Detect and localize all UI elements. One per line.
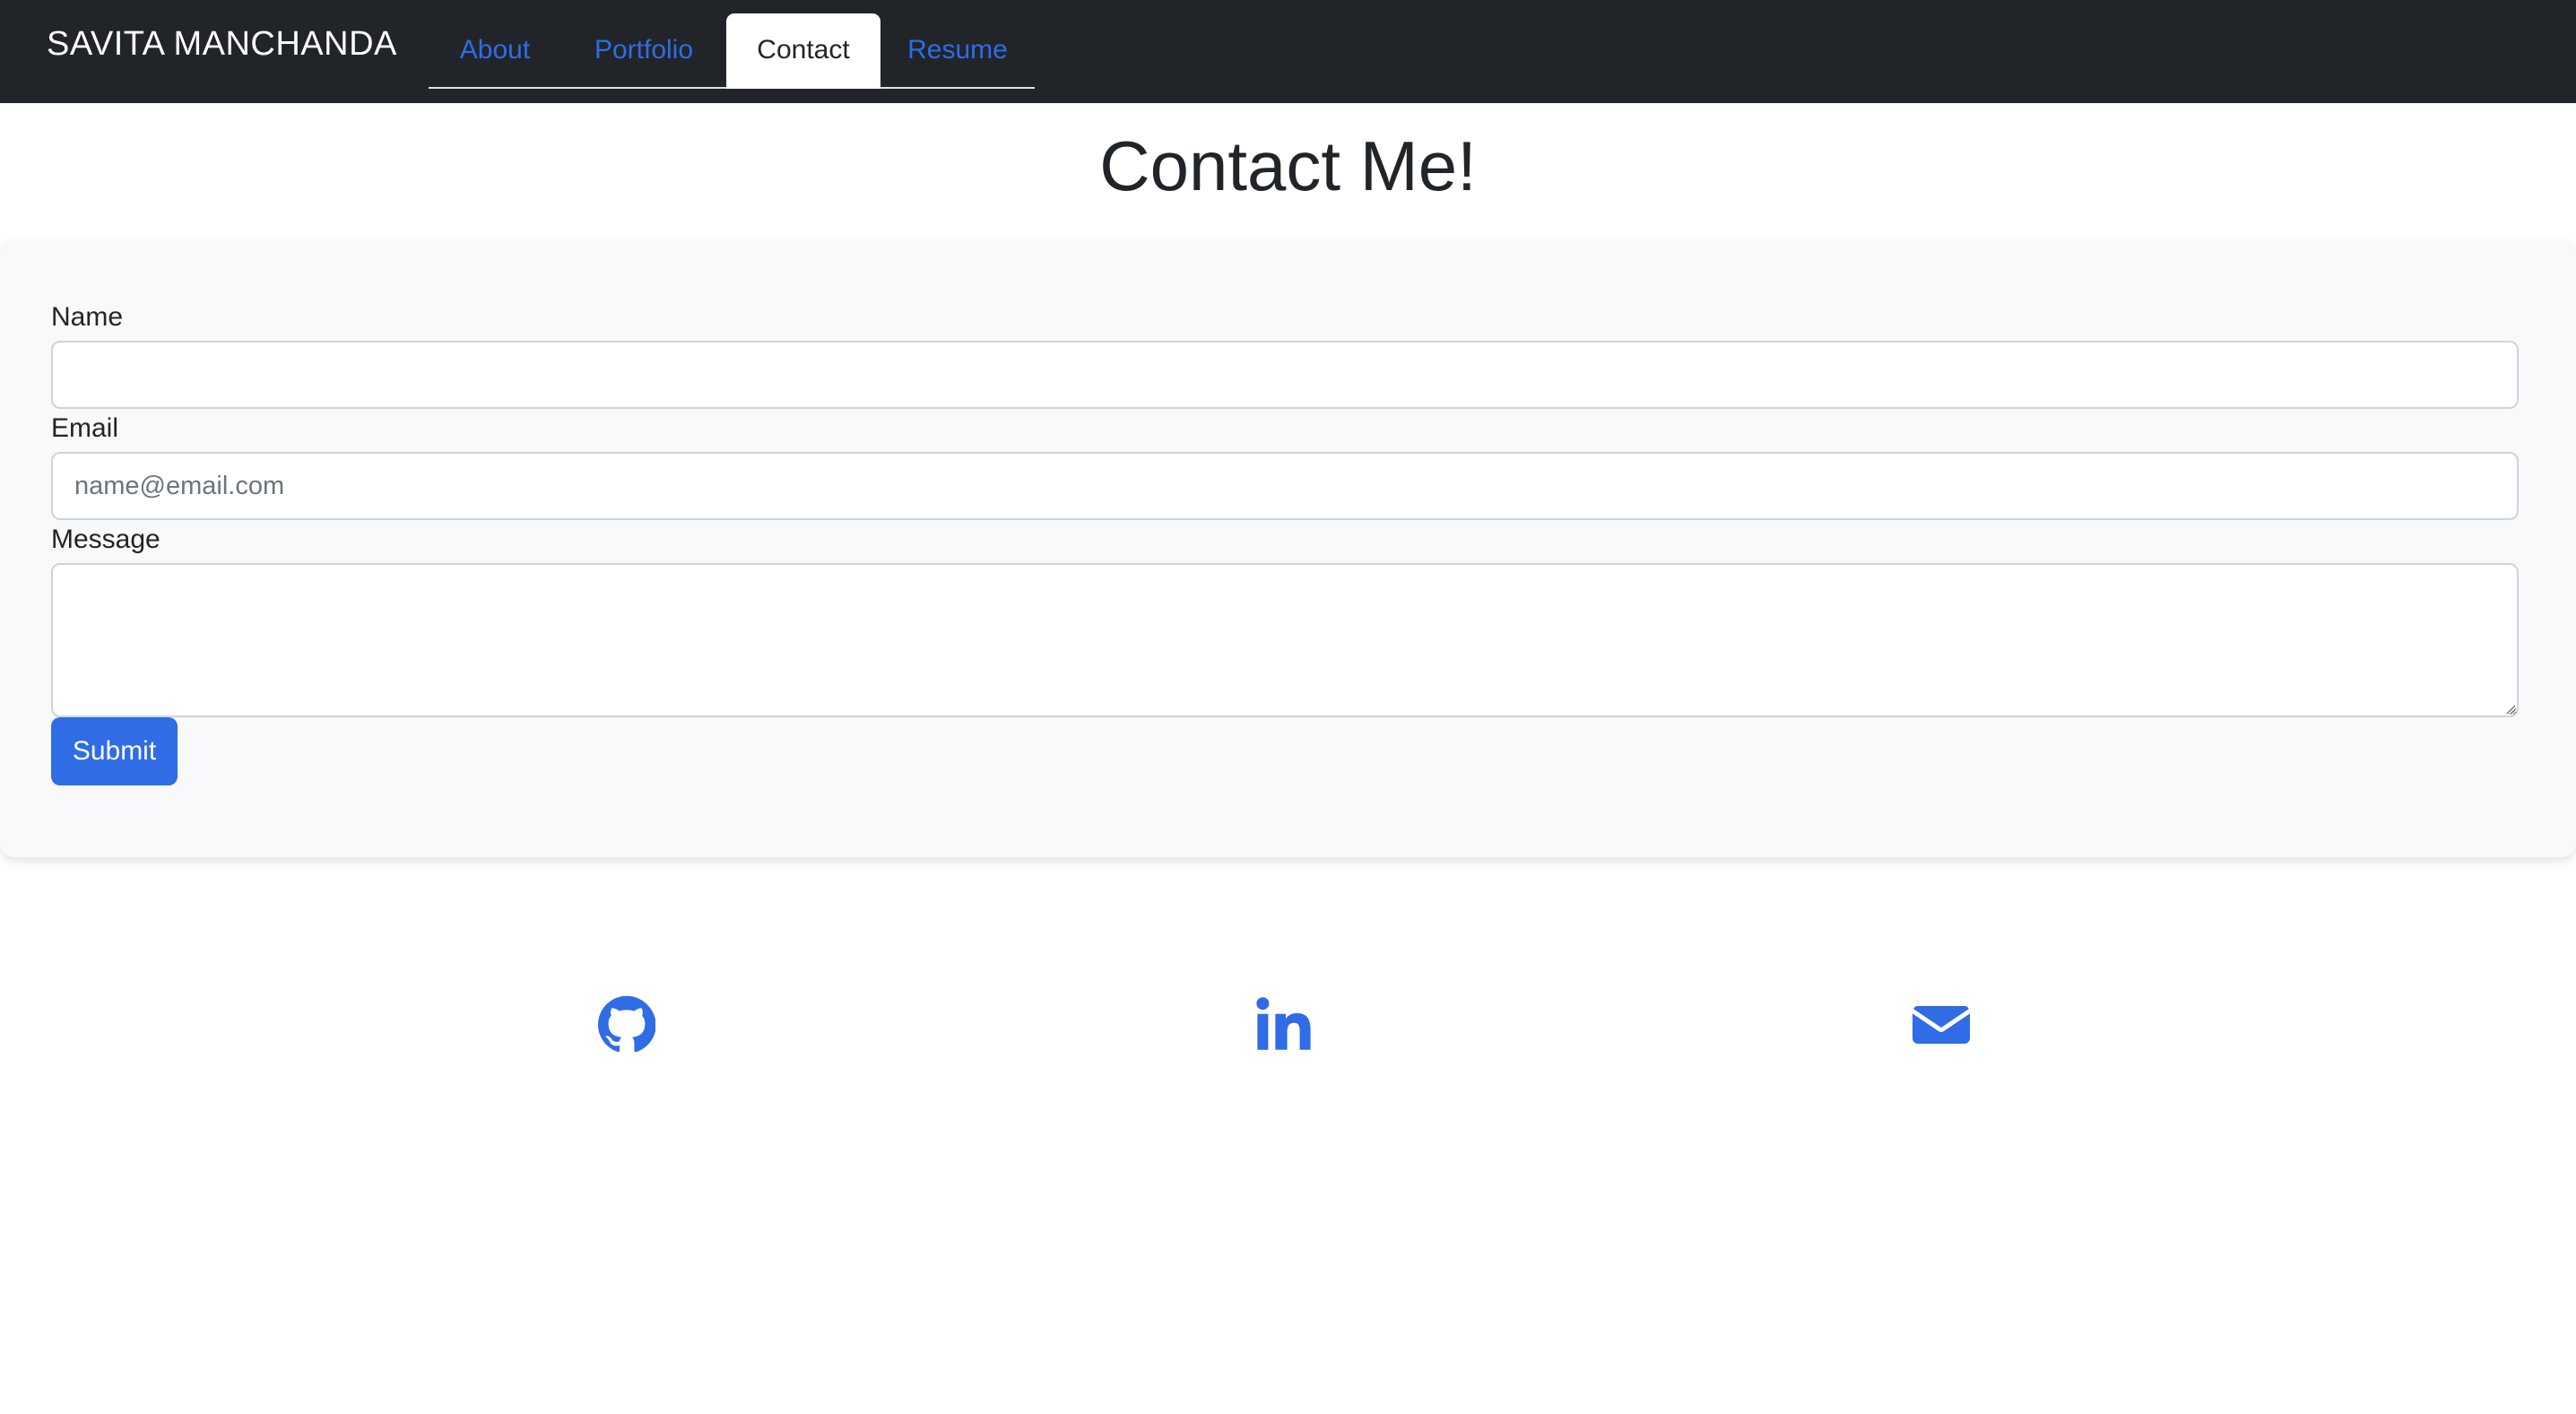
tab-resume[interactable]: Resume (880, 13, 1035, 87)
top-navbar: SAVITA MANCHANDA About Portfolio Contact… (0, 0, 2576, 103)
tab-portfolio[interactable]: Portfolio (561, 13, 726, 87)
github-icon (598, 995, 655, 1053)
contact-form-card: Name Email Message Submit (0, 240, 2576, 857)
nav-tabs: About Portfolio Contact Resume (429, 13, 1035, 89)
tab-about[interactable]: About (429, 13, 561, 87)
message-field[interactable] (51, 563, 2519, 717)
name-field[interactable] (51, 341, 2519, 409)
submit-button[interactable]: Submit (51, 717, 178, 785)
message-label: Message (51, 525, 160, 554)
linkedin-link[interactable] (1255, 995, 1313, 1053)
email-field[interactable] (51, 452, 2519, 520)
name-label: Name (51, 302, 124, 332)
resize-grip-icon[interactable] (2505, 704, 2516, 715)
tab-contact[interactable]: Contact (726, 13, 880, 89)
page-title: Contact Me! (1099, 126, 1477, 205)
email-link[interactable] (1912, 995, 1970, 1053)
site-brand[interactable]: SAVITA MANCHANDA (47, 23, 397, 65)
envelope-icon (1912, 1006, 1970, 1044)
linkedin-icon (1256, 997, 1311, 1050)
github-link[interactable] (598, 995, 655, 1053)
email-label: Email (51, 413, 119, 443)
